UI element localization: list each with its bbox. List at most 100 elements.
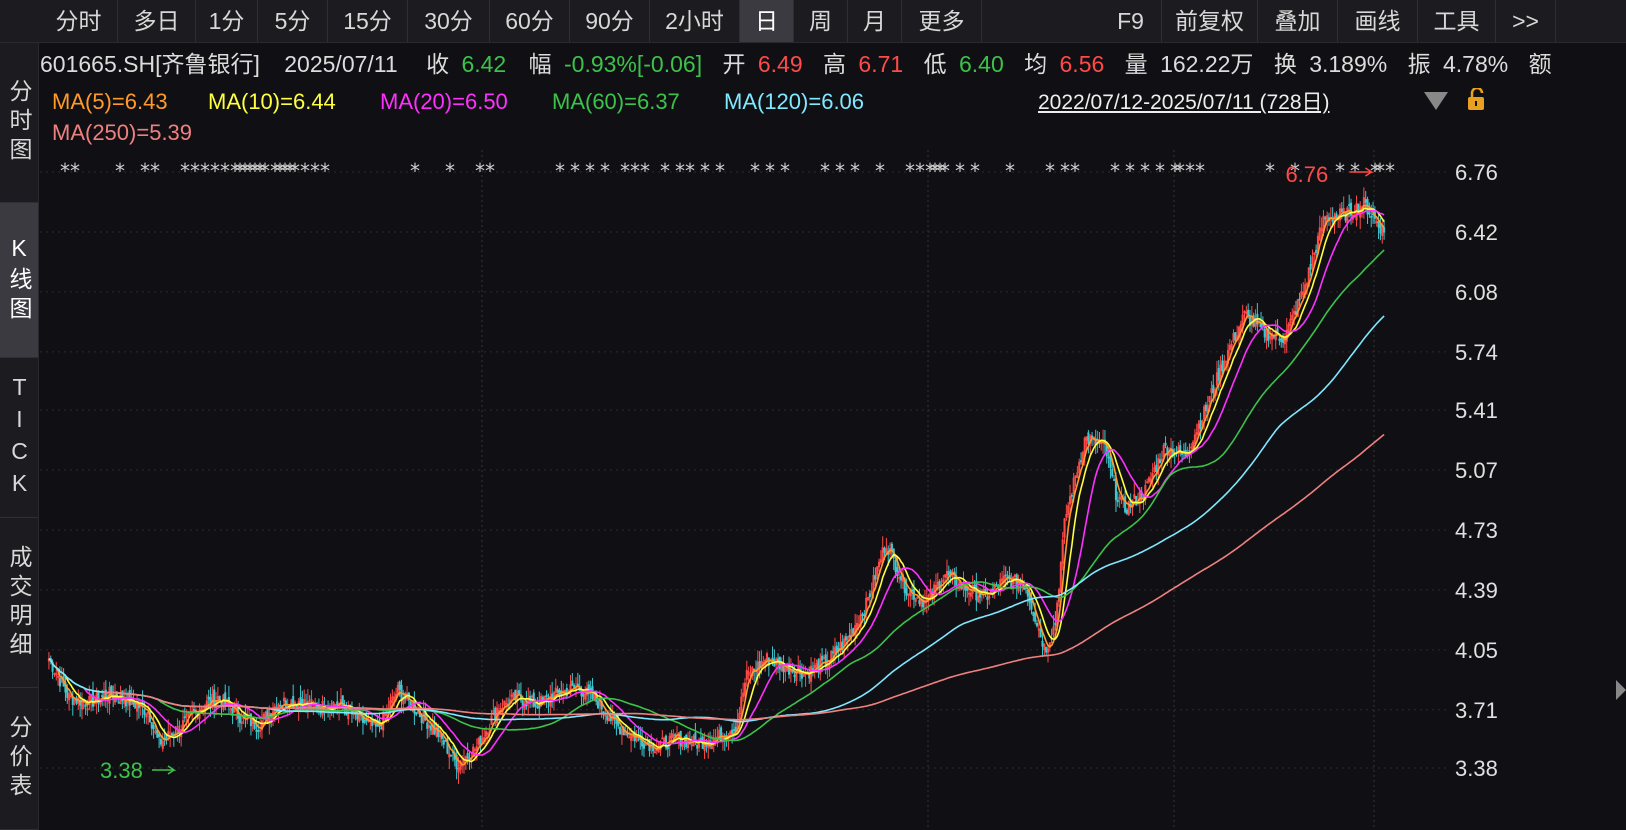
- annotation-star: *: [700, 159, 710, 183]
- candle-body: [753, 668, 756, 671]
- tab-9[interactable]: 2小时: [650, 0, 740, 42]
- annotation-star: *: [850, 159, 860, 183]
- ma5-line: [48, 204, 1385, 766]
- tab-12[interactable]: 月: [848, 0, 902, 42]
- annotation-star: *: [410, 159, 420, 183]
- toolbar-right-5[interactable]: 工具: [1418, 0, 1496, 42]
- y-tick-1: 6.42: [1455, 220, 1498, 245]
- sidebar-item-label: TICK: [6, 373, 33, 502]
- toolbar-right-1[interactable]: F9: [1100, 0, 1162, 42]
- ma10-line: [48, 207, 1385, 763]
- high-label: 高: [823, 51, 847, 77]
- kline-chart[interactable]: 6.76 6.42 6.08 5.74 5.41 5.07 4.73 4.39 4.05 3.71…: [40, 150, 1626, 830]
- annotation-star: *: [970, 159, 980, 183]
- candle-body: [1221, 360, 1224, 372]
- ma250-label: MA(250)=5.39: [52, 120, 193, 145]
- candle-body: [183, 716, 186, 719]
- tab-10[interactable]: 日: [740, 0, 794, 42]
- candle-body: [1272, 335, 1275, 338]
- ma60-label: MA(60)=6.37: [552, 89, 680, 114]
- candle-body: [1107, 456, 1110, 459]
- candle-body: [536, 706, 539, 709]
- annotation-star: *: [60, 159, 70, 183]
- candle-body: [1263, 328, 1266, 338]
- candle-body: [1370, 216, 1373, 218]
- y-tick-0: 6.76: [1455, 160, 1498, 185]
- annotation-star: *: [1350, 159, 1360, 183]
- candle-body: [71, 696, 74, 705]
- tab-6[interactable]: 30分: [408, 0, 490, 42]
- candle-body: [1113, 479, 1116, 481]
- tab-5[interactable]: 15分: [328, 0, 408, 42]
- sidebar-item-4[interactable]: 成交明细: [0, 518, 38, 688]
- annotation-star: *: [220, 159, 230, 183]
- date-range-link[interactable]: 2022/07/12-2025/07/11 (728日): [1038, 86, 1330, 116]
- annotation-star: *: [675, 159, 685, 183]
- candle-body: [299, 697, 302, 704]
- candle-body: [1247, 309, 1250, 316]
- tab-11[interactable]: 周: [794, 0, 848, 42]
- sidebar-item-1[interactable]: 分时图: [0, 43, 38, 203]
- y-tick-5: 5.07: [1455, 458, 1498, 483]
- annotation-star: *: [1185, 159, 1195, 183]
- toolbar-right-4[interactable]: 画线: [1338, 0, 1418, 42]
- candle-body: [1035, 622, 1039, 627]
- turnover-label: 换: [1273, 51, 1297, 77]
- sidebar-item-2[interactable]: K线图: [0, 203, 38, 358]
- toolbar-right-2[interactable]: 前复权: [1162, 0, 1258, 42]
- tab-3[interactable]: 1分: [196, 0, 258, 42]
- lock-icon[interactable]: [1466, 88, 1488, 112]
- annotation-star: *: [1125, 159, 1135, 183]
- candle-body: [380, 727, 383, 730]
- candle-body: [255, 730, 258, 732]
- sidebar-item-3[interactable]: TICK: [0, 358, 38, 518]
- toolbar-right-6[interactable]: >>: [1496, 0, 1556, 42]
- tab-4[interactable]: 5分: [258, 0, 328, 42]
- tab-7[interactable]: 60分: [490, 0, 570, 42]
- candle-body: [158, 734, 161, 737]
- annotation-star: *: [1155, 159, 1165, 183]
- annotation-star: *: [570, 159, 580, 183]
- ma250-line: [103, 433, 1385, 721]
- candle-body: [1315, 249, 1318, 253]
- candle-body: [363, 719, 366, 723]
- candle-body: [1278, 338, 1281, 341]
- candle-body: [808, 675, 811, 679]
- tab-1[interactable]: 分时: [40, 0, 118, 42]
- candle-body: [894, 560, 897, 572]
- tab-8[interactable]: 90分: [570, 0, 650, 42]
- candle-body: [890, 543, 893, 552]
- view-sidebar: 分时图 K线图 TICK 成交明细 分价表: [0, 43, 39, 830]
- annotation-star: *: [660, 159, 670, 183]
- candle-body: [1188, 450, 1191, 452]
- annotation-star: *: [485, 159, 495, 183]
- candle-body: [782, 666, 785, 673]
- candle-body: [1340, 208, 1343, 212]
- candle-body: [1116, 499, 1119, 503]
- candle-body: [602, 711, 605, 714]
- tab-13[interactable]: 更多: [902, 0, 982, 42]
- candle-body: [1364, 199, 1367, 203]
- open-label: 开: [722, 51, 746, 77]
- toolbar-right-3[interactable]: 叠加: [1258, 0, 1338, 42]
- sidebar-item-5[interactable]: 分价表: [0, 688, 38, 830]
- candle-body: [249, 713, 252, 727]
- candle-body: [257, 729, 260, 732]
- y-tick-10: 3.38: [1455, 756, 1498, 781]
- candle-body: [844, 636, 848, 641]
- candle-body: [143, 709, 146, 715]
- candle-body: [279, 704, 282, 707]
- annotation-star: *: [820, 159, 830, 183]
- candle-body: [192, 708, 196, 712]
- tab-2[interactable]: 多日: [118, 0, 196, 42]
- annotation-star: *: [1175, 159, 1185, 183]
- candle-body: [150, 722, 153, 729]
- candle-body: [1111, 468, 1114, 477]
- candle-body: [466, 752, 469, 759]
- candle-body: [336, 701, 339, 706]
- dropdown-triangle-icon[interactable]: [1424, 92, 1448, 110]
- candle-body: [991, 588, 994, 591]
- candle-body: [606, 715, 609, 721]
- low-label: 低: [923, 51, 947, 77]
- candle-body: [426, 722, 429, 729]
